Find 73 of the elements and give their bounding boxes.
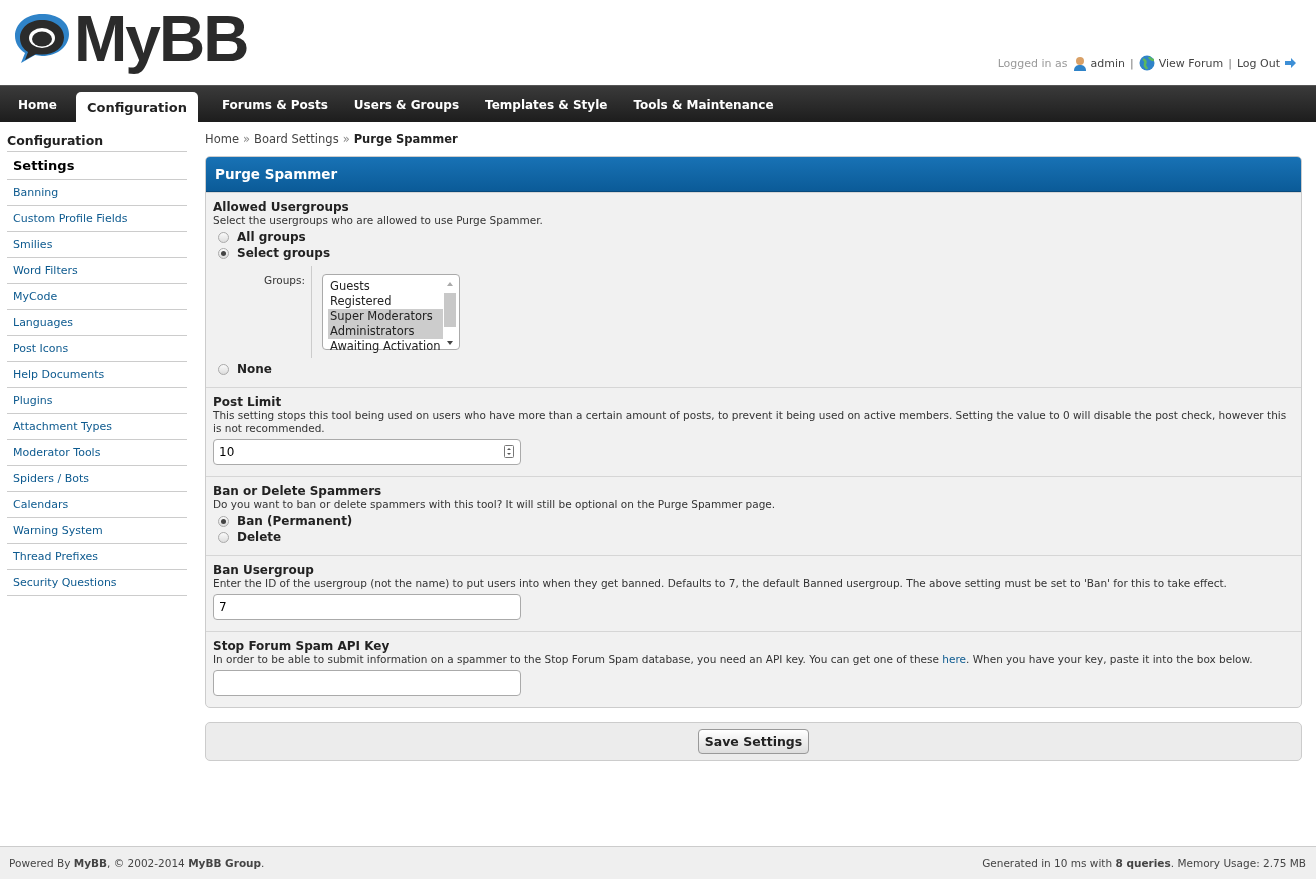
username-link[interactable]: admin: [1072, 55, 1125, 71]
radio-button[interactable]: [218, 531, 229, 543]
sidebar-item[interactable]: Warning System: [7, 518, 187, 544]
logout-link[interactable]: Log Out: [1236, 56, 1296, 70]
setting-description: This setting stops this tool being used on users who have more than a certain amount of posts, to prevent it being used on active members. Setting the value to 0 will disable the post check, however this is not recommended.: [213, 409, 1288, 435]
number-field[interactable]: 10: [213, 439, 521, 465]
radio-label: Select groups: [237, 246, 331, 260]
sidebar-item[interactable]: Custom Profile Fields: [7, 206, 187, 232]
footer-credits: Powered By MyBB, © 2002-2014 MyBB Group.: [9, 857, 265, 869]
setting-title: Stop Forum Spam API Key: [213, 639, 391, 653]
setting-description: Do you want to ban or delete spammers with this tool? It will still be optional on the Purge Spammer page.: [213, 498, 777, 511]
breadcrumb-link[interactable]: Board Settings: [254, 132, 339, 146]
spinner-icon[interactable]: [504, 445, 514, 458]
breadcrumb-link[interactable]: Home: [205, 132, 239, 146]
breadcrumb-current: Purge Spammer: [353, 132, 458, 146]
footer-stats: Generated in 10 ms with 8 queries. Memory Usage: 2.75 MB: [982, 857, 1306, 869]
link-separator: |: [1228, 56, 1232, 70]
sidebar-item[interactable]: Help Documents: [7, 362, 187, 388]
radio-label: Delete: [237, 530, 282, 544]
listbox-option[interactable]: Registered: [328, 294, 443, 309]
nav-tab[interactable]: Tools & Maintenance: [622, 90, 785, 120]
here-link[interactable]: here: [942, 653, 966, 665]
radio-button[interactable]: [218, 247, 229, 259]
setting-description: Select the usergroups who are allowed to use Purge Spammer.: [213, 214, 544, 227]
breadcrumb-separator: »: [342, 132, 350, 146]
sidebar-heading: Configuration: [7, 130, 187, 152]
sidebar-item[interactable]: Smilies: [7, 232, 187, 258]
sidebar-item[interactable]: Security Questions: [7, 570, 187, 596]
panel-header: Purge Spammer: [206, 157, 1301, 192]
sidebar-item[interactable]: Languages: [7, 310, 187, 336]
view-forum-link[interactable]: View Forum: [1138, 55, 1224, 71]
radio-button[interactable]: [218, 363, 229, 375]
listbox-option[interactable]: Administrators: [328, 324, 443, 339]
globe-icon: [1138, 55, 1155, 71]
setting-description: Enter the ID of the usergroup (not the name) to put users into when they get banned. Defaults to 7, the default Banned usergroup. The above setting must be set to 'Ban' for this to take effect.: [213, 577, 1228, 590]
radio-button[interactable]: [218, 231, 229, 243]
save-settings-button[interactable]: Save Settings: [697, 729, 810, 754]
sidebar-item[interactable]: Word Filters: [7, 258, 187, 284]
setting-title: Post Limit: [213, 395, 283, 409]
link-separator: |: [1130, 56, 1134, 70]
sidebar-item[interactable]: Moderator Tools: [7, 440, 187, 466]
breadcrumb-separator: »: [242, 132, 250, 146]
setting-title: Ban or Delete Spammers: [213, 484, 383, 498]
nav-tab[interactable]: Templates & Style: [474, 90, 619, 120]
sidebar-item[interactable]: Settings: [7, 152, 187, 180]
nav-tab[interactable]: Home: [7, 90, 68, 120]
user-icon: [1072, 55, 1087, 71]
setting-title: Allowed Usergroups: [213, 200, 350, 214]
sidebar-item[interactable]: Plugins: [7, 388, 187, 414]
logged-in-label: Logged in as: [997, 56, 1068, 70]
sidebar-item[interactable]: Banning: [7, 180, 187, 206]
listbox-option[interactable]: Super Moderators: [328, 309, 443, 324]
text-field[interactable]: [213, 670, 521, 696]
listbox-option[interactable]: Guests: [328, 279, 443, 294]
sidebar-item[interactable]: Spiders / Bots: [7, 466, 187, 492]
radio-label: Ban (Permanent): [237, 514, 353, 528]
groups-label: Groups:: [249, 266, 312, 358]
text-field[interactable]: 7: [213, 594, 521, 620]
radio-button[interactable]: [218, 515, 229, 527]
sidebar-item[interactable]: MyCode: [7, 284, 187, 310]
nav-tab[interactable]: Forums & Posts: [210, 90, 339, 120]
sidebar-item[interactable]: Attachment Types: [7, 414, 187, 440]
radio-label: All groups: [237, 230, 306, 244]
sidebar-item[interactable]: Post Icons: [7, 336, 187, 362]
nav-tab[interactable]: Configuration: [75, 92, 198, 122]
setting-description: In order to be able to submit information on a spammer to the Stop Forum Spam database, you need an API key. You can get one of these here. When you have your key, paste it into the box below.: [213, 653, 1254, 666]
sidebar-item[interactable]: Calendars: [7, 492, 187, 518]
radio-label: None: [237, 362, 272, 376]
sidebar-item[interactable]: Thread Prefixes: [7, 544, 187, 570]
logo-text: MyBB: [74, 4, 248, 74]
arrow-right-icon: [1284, 57, 1296, 69]
nav-tab[interactable]: Users & Groups: [342, 90, 471, 120]
setting-title: Ban Usergroup: [213, 563, 315, 577]
